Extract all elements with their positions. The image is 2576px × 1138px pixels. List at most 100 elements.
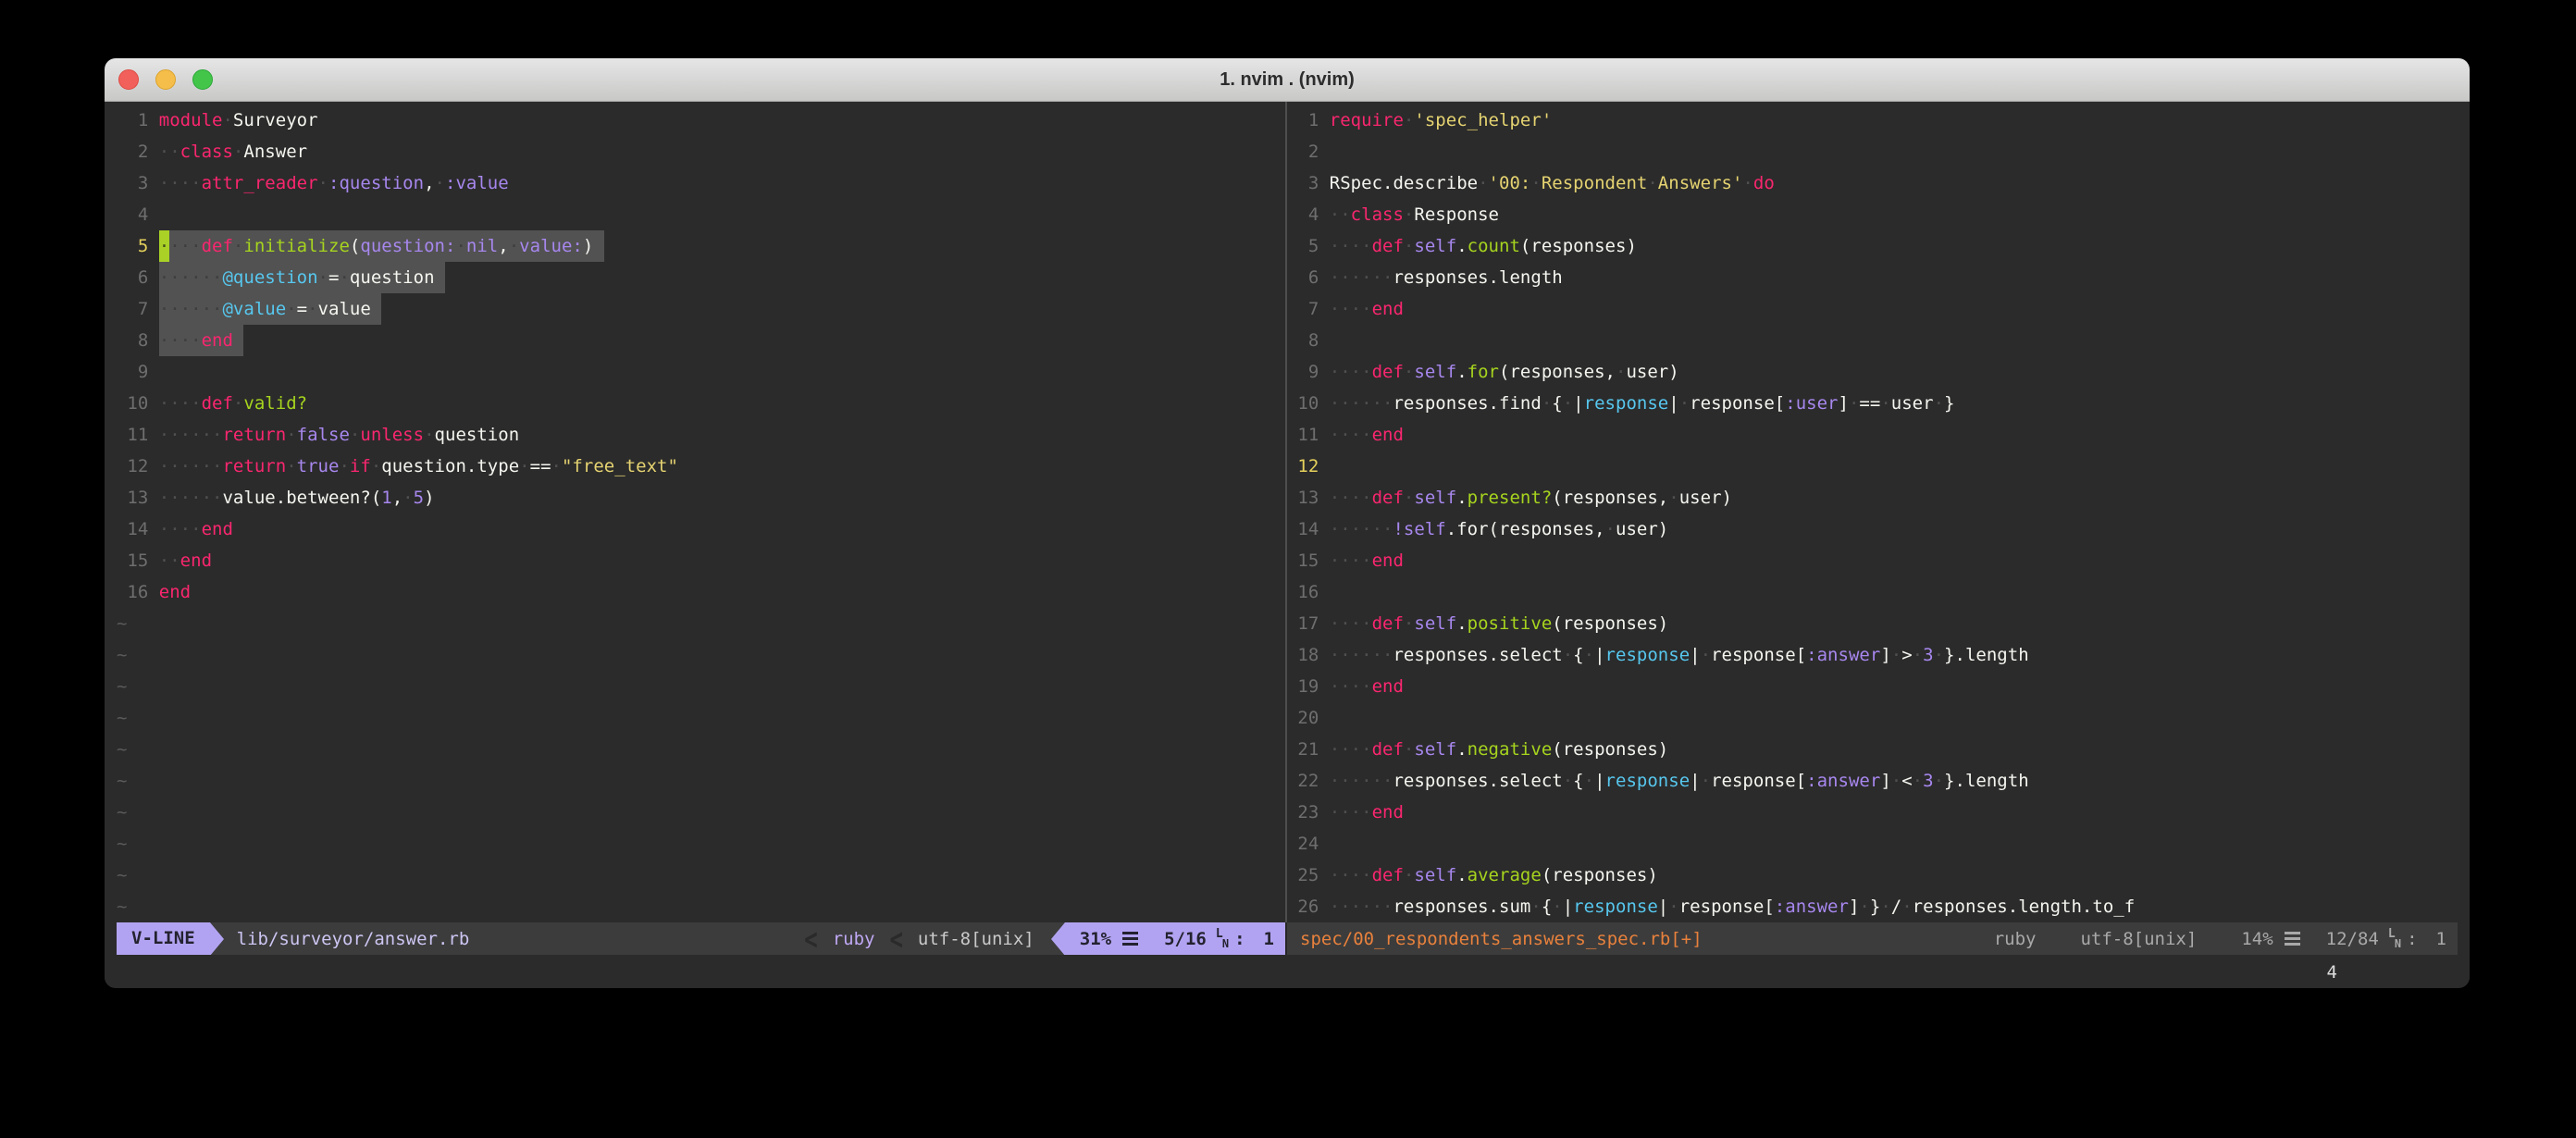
code-line-text: ······responses.length xyxy=(1330,262,1563,293)
line-number: 3 xyxy=(1287,167,1319,199)
minimize-button[interactable] xyxy=(155,69,176,90)
line-number: 19 xyxy=(1287,671,1319,702)
code-line: 15··end xyxy=(117,545,1285,576)
line-number: 12 xyxy=(1287,451,1319,482)
thin-separator-icon: < xyxy=(804,922,817,955)
column-number: 1 xyxy=(2436,929,2446,949)
line-number: 16 xyxy=(117,576,148,608)
line-number: 23 xyxy=(1287,797,1319,828)
code-line: 16 xyxy=(1287,576,2458,608)
code-line: 11····end xyxy=(1287,419,2458,451)
zoom-button[interactable] xyxy=(192,69,213,90)
line-number: 2 xyxy=(117,136,148,167)
right-pane-code[interactable]: 1require·'spec_helper'23RSpec.describe·'… xyxy=(1287,102,2458,922)
code-line: 3 ····attr_reader·:question,·:value xyxy=(117,167,1285,199)
scroll-percent: 31% xyxy=(1080,929,1111,949)
code-line-text: ······responses.sum·{·|response|·respons… xyxy=(1330,891,2135,922)
code-line: 12······return·true·if·question.type·==·… xyxy=(117,451,1285,482)
empty-line: ~ xyxy=(117,765,1285,797)
left-pane-code[interactable]: 1 module·Surveyor 2 ··class·Answer 3 ····attr… xyxy=(117,102,1285,922)
code-line-text: ····def·self.for(responses,·user) xyxy=(1330,356,1679,388)
colon-separator: : xyxy=(2407,929,2417,949)
right-pane: 1require·'spec_helper'23RSpec.describe·'… xyxy=(1287,102,2458,955)
code-line: 18 ······responses.select·{·|response|·re… xyxy=(1287,639,2458,671)
line-number: 26 xyxy=(1287,891,1319,922)
code-line: 6······@question·=·question xyxy=(117,262,1285,293)
code-line-text: ······return·false·unless·question xyxy=(159,419,519,451)
line-number: 13 xyxy=(117,482,148,513)
tilde-marker: ~ xyxy=(117,797,127,828)
right-statusline[interactable]: spec/00_respondents_answers_spec.rb[+] r… xyxy=(1287,922,2458,955)
line-number-icon: LN xyxy=(2388,929,2401,949)
code-line: 7······@value·=·value xyxy=(117,293,1285,325)
left-statusline[interactable]: V-LINE lib/surveyor/answer.rb < ruby < u… xyxy=(117,922,1285,955)
code-line: 14····end xyxy=(117,513,1285,545)
code-line: 20 xyxy=(1287,702,2458,734)
code-line: 3RSpec.describe·'00:·Respondent·Answers'… xyxy=(1287,167,2458,199)
nvim-splits: 1 module·Surveyor 2 ··class·Answer 3 ····attr… xyxy=(117,102,2458,955)
terminal-window: 1. nvim . (nvim) 1 module·Surveyor 2 ··clas… xyxy=(105,58,2470,988)
line-number: 6 xyxy=(117,262,148,293)
thin-separator-icon: < xyxy=(889,922,902,955)
line-number: 14 xyxy=(117,513,148,545)
line-number: 18 xyxy=(1287,639,1319,671)
code-line: 2 xyxy=(1287,136,2458,167)
left-pane: 1 module·Surveyor 2 ··class·Answer 3 ····attr… xyxy=(117,102,1285,955)
line-number: 1 xyxy=(117,105,148,136)
lines-icon xyxy=(2285,937,2300,940)
code-line: 10······responses.find·{·|response|·resp… xyxy=(1287,388,2458,419)
code-line-text: ··class·Answer xyxy=(159,136,307,167)
code-line-text: ····end xyxy=(1330,671,1404,702)
screen: { "window": { "title": "1. nvim . (nvim)… xyxy=(0,0,2576,1138)
window-titlebar[interactable]: 1. nvim . (nvim) xyxy=(105,58,2470,102)
line-number: 4 xyxy=(117,199,148,230)
empty-line: ~ xyxy=(117,797,1285,828)
line-number: 6 xyxy=(1287,262,1319,293)
code-line-text: module·Surveyor xyxy=(159,105,318,136)
line-number: 10 xyxy=(1287,388,1319,419)
empty-line: ~ xyxy=(117,639,1285,671)
code-line-text: ······value.between?(1,·5) xyxy=(159,482,435,513)
code-line: 25····def·self.average(responses) xyxy=(1287,860,2458,891)
line-number: 8 xyxy=(1287,325,1319,356)
line-number: 1 xyxy=(1287,105,1319,136)
code-line-text: ······return·true·if·question.type·==·"f… xyxy=(159,451,678,482)
tilde-marker: ~ xyxy=(117,860,127,891)
code-line: 5····def·initialize(question:·nil,·value… xyxy=(117,230,1285,262)
inactive-filename: spec/00_respondents_answers_spec.rb[+] xyxy=(1300,929,1703,949)
traffic-lights xyxy=(118,69,213,90)
tilde-marker: ~ xyxy=(117,828,127,860)
line-number: 3 xyxy=(117,167,148,199)
filetype-label: ruby xyxy=(833,929,875,949)
line-number: 15 xyxy=(117,545,148,576)
empty-line: ~ xyxy=(117,608,1285,639)
code-line-text: ····def·self.positive(responses) xyxy=(1330,608,1669,639)
code-line-text: ····def·self.count(responses) xyxy=(1330,230,1637,262)
line-number: 9 xyxy=(1287,356,1319,388)
line-number: 5 xyxy=(117,230,148,262)
empty-line: ~ xyxy=(117,860,1285,891)
empty-line: ~ xyxy=(117,702,1285,734)
code-line-text: ····attr_reader·:question,·:value xyxy=(159,167,509,199)
empty-line: ~ xyxy=(117,734,1285,765)
close-button[interactable] xyxy=(118,69,139,90)
command-line: 4 xyxy=(117,955,2458,987)
empty-line: ~ xyxy=(117,828,1285,860)
line-number: 2 xyxy=(1287,136,1319,167)
code-line: 8 xyxy=(1287,325,2458,356)
code-line: 13 ······value.between?(1,·5) xyxy=(117,482,1285,513)
line-number: 20 xyxy=(1287,702,1319,734)
code-line: 24 xyxy=(1287,828,2458,860)
code-line: 12 xyxy=(1287,451,2458,482)
code-line-text: ····end xyxy=(1330,293,1404,325)
tilde-marker: ~ xyxy=(117,702,127,734)
line-number: 8 xyxy=(117,325,148,356)
line-number: 10 xyxy=(117,388,148,419)
code-line-text: ······responses.select·{·|response|·resp… xyxy=(1330,765,2029,797)
line-number: 11 xyxy=(117,419,148,451)
line-number: 9 xyxy=(117,356,148,388)
powerline-separator-icon xyxy=(1051,922,1065,955)
code-line-text: ······responses.select·{·|response|·resp… xyxy=(1330,639,2029,671)
line-number: 4 xyxy=(1287,199,1319,230)
line-number: 11 xyxy=(1287,419,1319,451)
